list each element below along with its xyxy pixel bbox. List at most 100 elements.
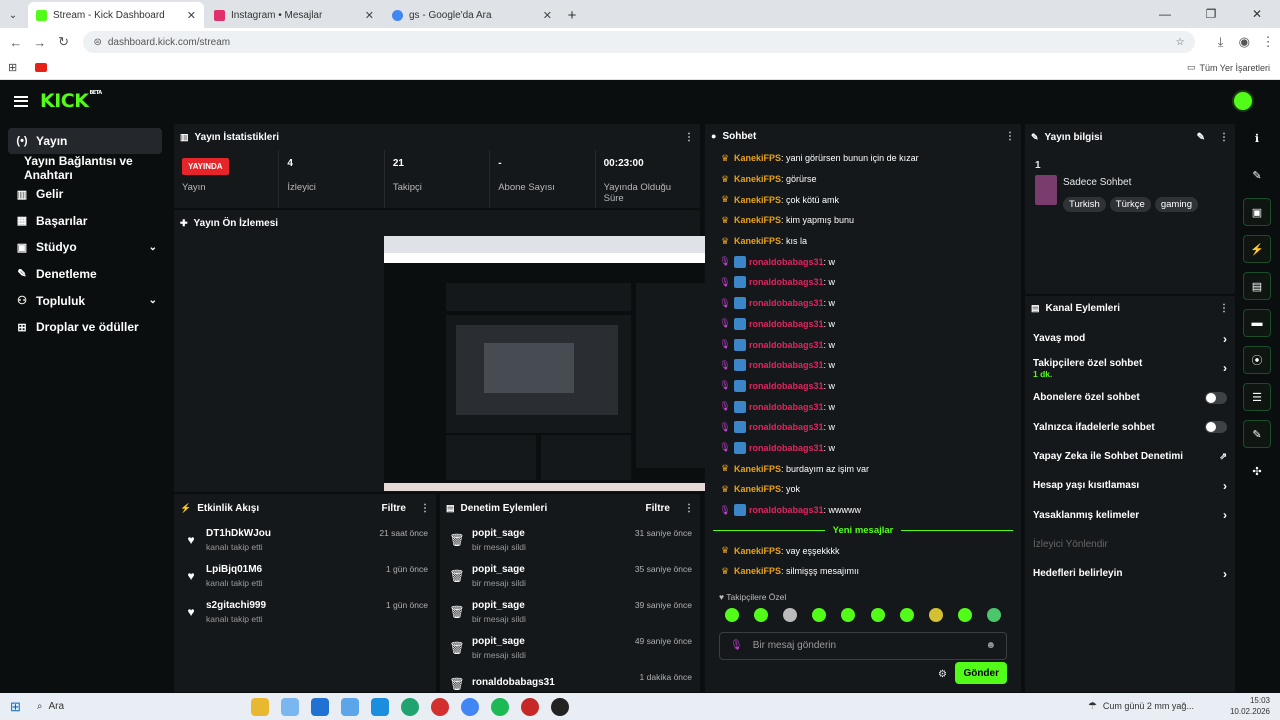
edit-icon[interactable]: ✎ — [1243, 161, 1271, 189]
chat-username[interactable]: KanekiFPS — [734, 215, 781, 225]
action-followers-only[interactable]: Takipçilere özel sohbet 1 dk. › — [1025, 353, 1235, 383]
forward-icon[interactable]: → — [28, 35, 52, 50]
document-icon[interactable]: ▤ — [1243, 272, 1271, 300]
sidebar-item-basarilar[interactable]: ▦ Başarılar — [8, 208, 162, 234]
chat-username[interactable]: KanekiFPS — [734, 464, 781, 474]
chat-username[interactable]: ronaldobabags31 — [749, 360, 824, 370]
clock-time[interactable]: 15:03 — [1230, 695, 1270, 706]
kick-logo[interactable]: KICKBETA — [40, 90, 102, 112]
reload-icon[interactable]: ↻ — [52, 34, 76, 50]
app-red2-icon[interactable] — [520, 697, 539, 716]
minimize-icon[interactable]: — — [1142, 0, 1188, 28]
chat-username[interactable]: ronaldobabags31 — [749, 298, 824, 308]
app-icon[interactable] — [340, 697, 359, 716]
bookmark-star-icon[interactable]: ☆ — [1176, 37, 1185, 48]
more-options-icon[interactable]: ⋮ — [684, 503, 694, 514]
windows-start-icon[interactable]: ⊞ — [10, 699, 21, 715]
tab-google[interactable]: gs - Google'da Ara ✕ — [384, 2, 560, 28]
toggle-switch[interactable] — [1205, 421, 1227, 434]
tab-search-icon[interactable]: ⌄ — [0, 2, 26, 28]
chat-username[interactable]: ronaldobabags31 — [749, 443, 824, 453]
chat-username[interactable]: ronaldobabags31 — [749, 402, 824, 412]
chat-username[interactable]: KanekiFPS — [734, 174, 781, 184]
widgets-icon[interactable]: ✣ — [1243, 457, 1271, 485]
settings-gear-icon[interactable]: ⚙ — [938, 669, 947, 680]
action-emotes-only[interactable]: Yalnızca ifadelerle sohbet — [1025, 413, 1235, 442]
emote-icon[interactable] — [812, 607, 827, 622]
back-icon[interactable]: ← — [4, 35, 28, 50]
chat-username[interactable]: ronaldobabags31 — [749, 257, 824, 267]
chat-username[interactable]: KanekiFPS — [734, 546, 781, 556]
site-info-icon[interactable]: ⊜ — [93, 37, 101, 48]
action-account-age[interactable]: Hesap yaşı kısıtlaması › — [1025, 471, 1235, 500]
tab-instagram[interactable]: Instagram • Mesajlar ✕ — [206, 2, 382, 28]
chat-username[interactable]: KanekiFPS — [734, 195, 781, 205]
chat-username[interactable]: ronaldobabags31 — [749, 381, 824, 391]
new-tab-button[interactable]: + — [560, 2, 584, 28]
chat-username[interactable]: ronaldobabags31 — [749, 319, 824, 329]
filter-button[interactable]: Filtre — [646, 503, 670, 514]
youtube-icon[interactable] — [35, 63, 48, 72]
sidebar-item-topluluk[interactable]: ⚇ Topluluk ⌄ — [8, 288, 162, 314]
more-options-icon[interactable]: ⋮ — [684, 132, 694, 143]
maximize-icon[interactable]: ❐ — [1188, 0, 1234, 28]
chrome-icon[interactable] — [460, 697, 479, 716]
emoji-icon[interactable]: ☻ — [985, 640, 996, 651]
close-icon[interactable]: ✕ — [187, 9, 196, 22]
chat-username[interactable]: KanekiFPS — [734, 236, 781, 246]
emote-icon[interactable] — [870, 607, 885, 622]
action-ai-moderation[interactable]: Yapay Zeka ile Sohbet Denetimi ⇗ — [1025, 442, 1235, 471]
emote-icon[interactable] — [841, 607, 856, 622]
store-icon[interactable] — [310, 697, 329, 716]
hamburger-menu-icon[interactable] — [14, 95, 28, 107]
emote-icon[interactable] — [782, 607, 797, 622]
chevron-down-icon[interactable]: ⌄ — [149, 295, 157, 306]
mail-icon[interactable] — [370, 697, 389, 716]
edge-icon[interactable] — [400, 697, 419, 716]
tab-kick-dashboard[interactable]: Stream - Kick Dashboard ✕ — [28, 2, 204, 28]
more-options-icon[interactable]: ⋮ — [1219, 132, 1229, 143]
chat-username[interactable]: KanekiFPS — [734, 153, 781, 163]
chat-username[interactable]: ronaldobabags31 — [749, 422, 824, 432]
obs-icon[interactable] — [550, 697, 569, 716]
chat-icon[interactable]: ▬ — [1243, 309, 1271, 337]
bolt-icon[interactable]: ⚡ — [1243, 235, 1271, 263]
download-icon[interactable]: ⤓ — [1209, 34, 1233, 50]
info-icon[interactable]: ℹ — [1243, 124, 1271, 152]
close-icon[interactable]: ✕ — [543, 9, 552, 22]
taskbar-search[interactable]: ⌕ Ara — [31, 696, 211, 718]
sidebar-item-yayin[interactable]: (•) Yayın — [8, 128, 162, 154]
sidebar-item-gelir[interactable]: ▥ Gelir — [8, 181, 162, 207]
wrench-icon[interactable]: ✎ — [1243, 420, 1271, 448]
chat-username[interactable]: KanekiFPS — [734, 484, 781, 494]
emote-icon[interactable] — [753, 607, 768, 622]
send-button[interactable]: Gönder — [955, 662, 1007, 684]
chat-username[interactable]: ronaldobabags31 — [749, 505, 824, 515]
layers-icon[interactable]: ☰ — [1243, 383, 1271, 411]
all-bookmarks-link[interactable]: Tüm Yer İşaretleri — [1199, 63, 1270, 73]
sidebar-item-studyo[interactable]: ▣ Stüdyo ⌄ — [8, 234, 162, 260]
edit-pencil-icon[interactable]: ✎ — [1197, 132, 1205, 143]
weather-text[interactable]: Cum günü 2 mm yağ... — [1103, 701, 1194, 711]
action-slow-mode[interactable]: Yavaş mod › — [1025, 324, 1235, 353]
file-explorer-icon[interactable] — [250, 697, 269, 716]
user-avatar[interactable] — [1232, 90, 1254, 112]
sidebar-item-stream-key[interactable]: Yayın Bağlantısı ve Anahtarı — [8, 154, 162, 182]
chevron-down-icon[interactable]: ⌄ — [149, 242, 157, 253]
url-field[interactable]: ⊜ dashboard.kick.com/stream ☆ — [83, 31, 1195, 53]
close-icon[interactable]: ✕ — [365, 9, 374, 22]
broadcast-icon[interactable]: ⦿ — [1243, 346, 1271, 374]
chat-username[interactable]: KanekiFPS — [734, 566, 781, 576]
chat-username[interactable]: ronaldobabags31 — [749, 340, 824, 350]
more-options-icon[interactable]: ⋮ — [1219, 303, 1229, 314]
emote-icon[interactable] — [928, 607, 943, 622]
chat-username[interactable]: ronaldobabags31 — [749, 277, 824, 287]
copilot-icon[interactable] — [280, 697, 299, 716]
sidebar-item-denetleme[interactable]: ✎ Denetleme — [8, 261, 162, 287]
filter-button[interactable]: Filtre — [382, 503, 406, 514]
apps-icon[interactable]: ⊞ — [8, 61, 17, 74]
more-options-icon[interactable]: ⋮ — [420, 503, 430, 514]
sidebar-item-droplar[interactable]: ⊞ Droplar ve ödüller — [8, 314, 162, 340]
close-window-icon[interactable]: ✕ — [1234, 0, 1280, 28]
toggle-switch[interactable] — [1205, 391, 1227, 404]
